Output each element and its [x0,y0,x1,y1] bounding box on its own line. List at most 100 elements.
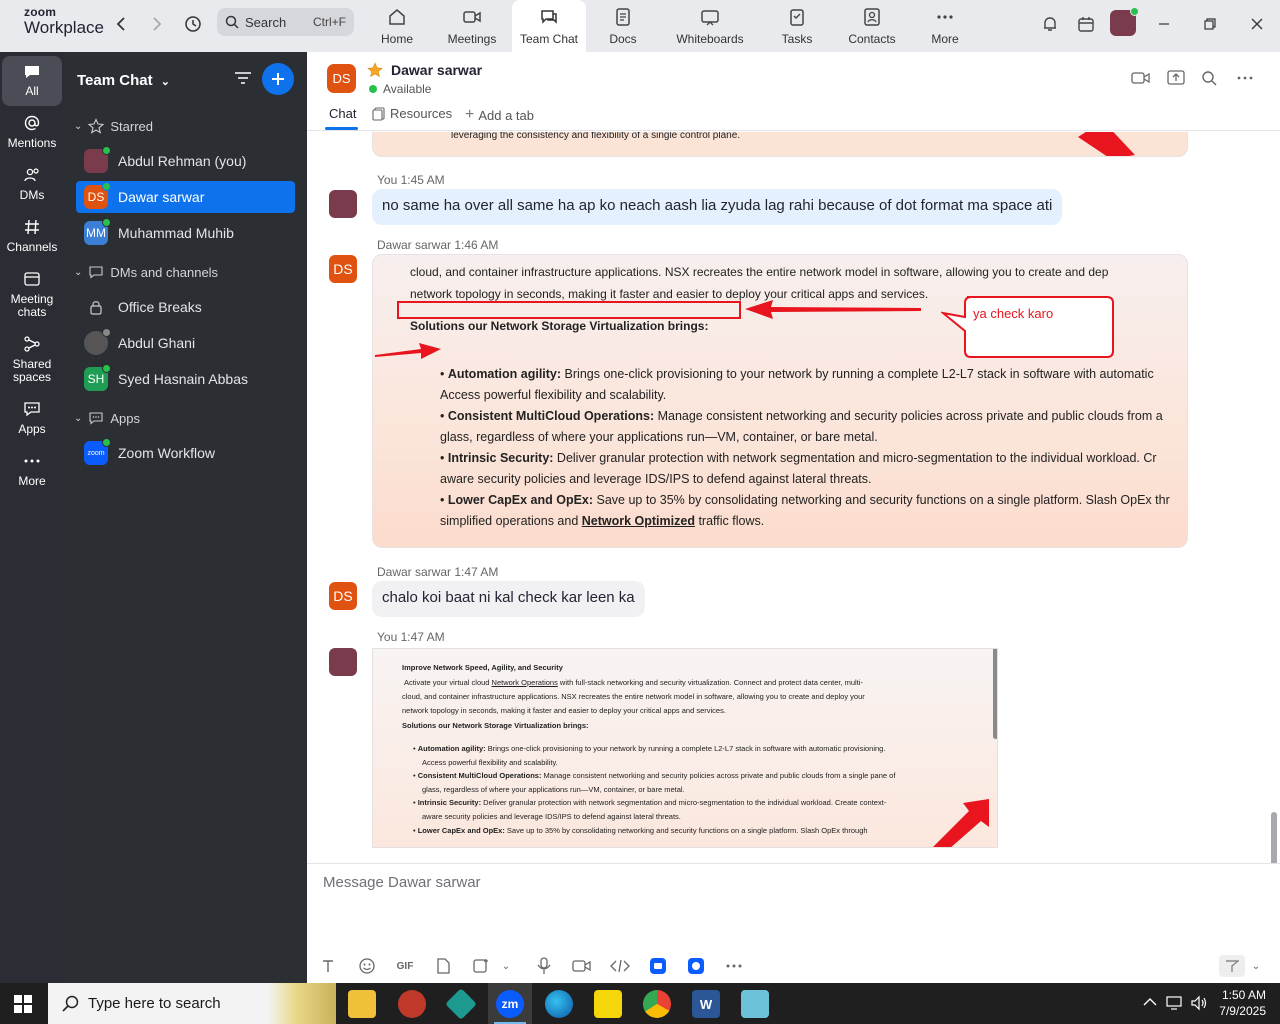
profile-avatar[interactable] [1110,7,1139,36]
word-icon[interactable]: W [692,990,720,1018]
section-apps[interactable]: ⌄ Apps [74,410,140,426]
avatar[interactable] [329,190,357,218]
new-chat-button[interactable] [262,63,294,95]
close-icon[interactable] [1245,12,1269,36]
message-bubble[interactable]: no same ha over all same ha ap ko neach … [372,189,1063,225]
volume-icon[interactable] [1190,995,1208,1014]
add-tab-button[interactable]: + Add a tab [465,106,534,124]
tab-label: Tasks [781,32,813,46]
tab-chat[interactable]: Chat [329,106,356,121]
rail-more[interactable]: More [2,452,62,488]
search-icon[interactable] [1201,70,1217,89]
section-dms-channels[interactable]: ⌄ DMs and channels [74,264,218,280]
contact-avatar[interactable]: DS [327,64,356,93]
screenshot-icon[interactable] [470,955,492,977]
tab-whiteboards[interactable]: Whiteboards [668,0,752,52]
zoom-taskbar-active[interactable]: zm [488,983,532,1024]
app-icon[interactable] [398,990,426,1018]
rail-meeting-chats[interactable]: Meeting chats [2,270,62,319]
app-icon[interactable] [445,988,477,1020]
chevron-down-icon[interactable]: ⌄ [1245,955,1267,977]
app-blue-icon[interactable] [647,955,669,977]
bell-icon[interactable] [1038,12,1062,36]
image-attachment-annotated[interactable]: cloud, and container infrastructure appl… [372,254,1188,548]
message-composer[interactable]: Message Dawar sarwar GIF ⌄ ⌄ [307,863,1280,983]
sidebar-item-dawar-sarwar[interactable]: DS Dawar sarwar [76,181,295,213]
avatar[interactable] [329,648,357,676]
rail-all[interactable]: All [2,56,62,106]
rail-shared-spaces[interactable]: Shared spaces [2,335,62,384]
filter-icon[interactable] [234,70,252,89]
message-bubble[interactable]: chalo koi baat ni kal check kar leen ka [372,581,645,617]
minimize-icon[interactable] [1152,12,1176,36]
message-input[interactable]: Message Dawar sarwar [323,874,481,891]
windows-start-icon[interactable] [14,995,32,1016]
gif-button[interactable]: GIF [394,955,416,977]
back-arrow-icon[interactable] [110,13,132,35]
contact-name[interactable]: Dawar sarwar [391,62,482,78]
microphone-icon[interactable] [533,955,555,977]
taskbar-search[interactable]: Type here to search [48,983,336,1024]
sidebar-item-muhammad-muhib[interactable]: MM Muhammad Muhib [76,217,295,249]
rail-mentions[interactable]: Mentions [2,114,62,150]
tab-team-chat[interactable]: Team Chat [512,0,586,52]
sidebar-item-syed-hasnain-abbas[interactable]: SH Syed Hasnain Abbas [76,363,295,395]
app-blue-icon-2[interactable] [685,955,707,977]
rail-dms[interactable]: DMs [2,166,62,202]
tab-label: Resources [390,106,453,121]
section-starred[interactable]: ⌄ Starred [74,118,153,134]
previous-image-attachment[interactable]: leveraging the consistency and flexibili… [372,132,1188,157]
tab-more[interactable]: More [908,0,982,52]
plus-icon [272,73,284,85]
format-text-icon[interactable] [317,955,339,977]
more-tools-icon[interactable] [723,955,745,977]
edge-icon[interactable] [545,990,573,1018]
bullet-continuation: Access powerful flexibility and scalabil… [422,757,558,767]
avatar[interactable]: DS [329,255,357,283]
clock-time: 1:50 AM [1221,988,1266,1002]
sidebar-item-abdul-rehman[interactable]: Abdul Rehman (you) [76,145,295,177]
calendar-icon[interactable] [1074,12,1098,36]
tab-label: Home [380,32,413,46]
tab-tasks[interactable]: Tasks [760,0,834,52]
star-filled-icon[interactable] [367,62,383,78]
video-call-icon[interactable] [1131,70,1151,89]
emoji-icon[interactable] [356,955,378,977]
app-icon[interactable] [741,990,769,1018]
code-snippet-icon[interactable] [609,955,631,977]
rail-apps[interactable]: Apps [2,400,62,436]
chevron-down-icon[interactable]: ⌄ [495,955,517,977]
tab-home[interactable]: Home [360,0,434,52]
chrome-icon[interactable] [643,990,671,1018]
message-scrollbar[interactable] [1271,812,1277,865]
chat-bubble-icon [25,66,39,78]
network-icon[interactable] [1166,995,1184,1014]
tab-docs[interactable]: Docs [586,0,660,52]
sticky-notes-icon[interactable] [594,990,622,1018]
file-icon[interactable] [432,955,454,977]
tab-meetings[interactable]: Meetings [435,0,509,52]
sidebar-item-abdul-ghani[interactable]: Abdul Ghani [76,327,295,359]
bullet-item: • Automation agility: Brings one-click p… [440,367,1154,381]
video-message-icon[interactable] [571,955,593,977]
chevron-up-icon[interactable] [1143,996,1157,1010]
history-icon[interactable] [182,13,204,35]
sidebar-item-office-breaks[interactable]: Office Breaks [76,291,295,323]
tab-resources[interactable]: Resources [372,106,452,121]
restore-icon[interactable] [1198,12,1222,36]
rail-label: Apps [18,422,46,436]
image-attachment[interactable]: Improve Network Speed, Agility, and Secu… [372,648,998,848]
file-explorer-icon[interactable] [348,990,376,1018]
tab-contacts[interactable]: Contacts [835,0,909,52]
send-icon[interactable] [1219,955,1245,977]
avatar[interactable]: DS [329,582,357,610]
share-screen-icon[interactable] [1167,69,1185,90]
search-box[interactable]: Search Ctrl+F [217,8,354,36]
rail-channels[interactable]: Channels [2,218,62,254]
forward-arrow-icon[interactable] [146,13,168,35]
message-list[interactable]: leveraging the consistency and flexibili… [307,132,1280,865]
sidebar-title[interactable]: Team Chat ⌄ [77,72,170,89]
more-options-icon[interactable] [1236,70,1254,89]
system-clock[interactable]: 1:50 AM 7/9/2025 [1219,987,1266,1019]
sidebar-item-zoom-workflow[interactable]: zoom Zoom Workflow [76,437,295,469]
